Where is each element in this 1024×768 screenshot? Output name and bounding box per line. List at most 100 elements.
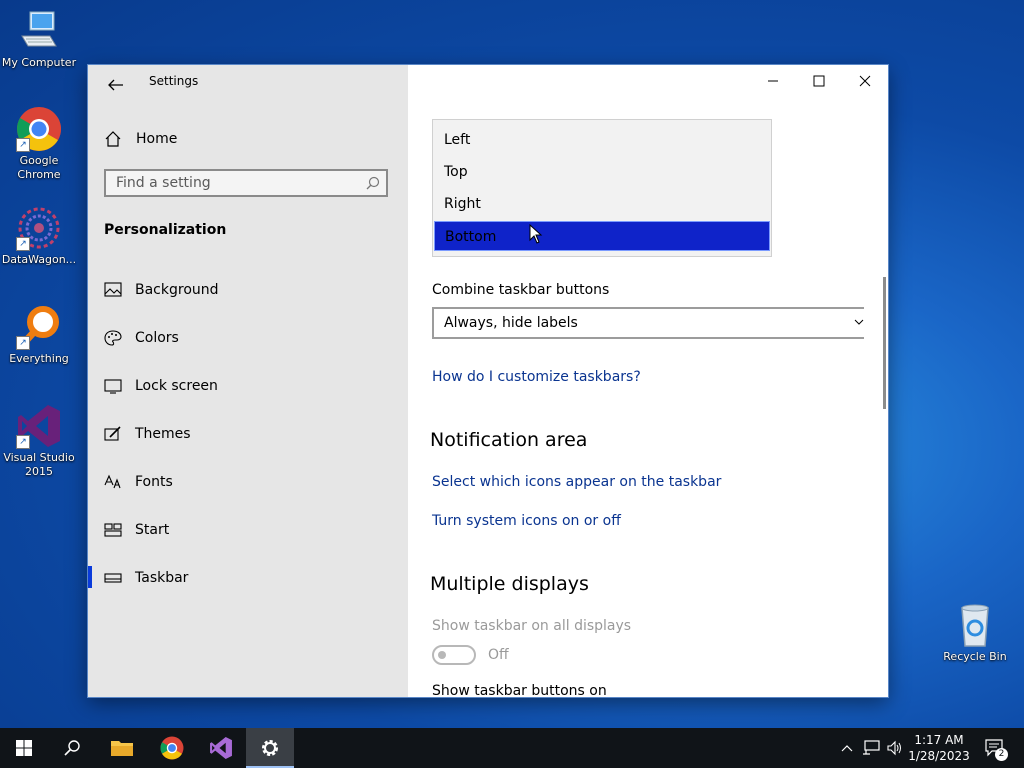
show-all-displays-label: Show taskbar on all displays bbox=[432, 618, 632, 634]
speaker-icon bbox=[887, 740, 901, 756]
desktop-icon-recycle-bin[interactable]: Recycle Bin bbox=[937, 602, 1013, 664]
clock-time: 1:17 AM bbox=[914, 733, 964, 747]
back-arrow-icon bbox=[108, 79, 123, 91]
computer-icon bbox=[16, 8, 62, 54]
dropdown-option-right[interactable]: Right bbox=[434, 189, 770, 219]
search-icon bbox=[64, 740, 80, 756]
visual-studio-icon: ↗ bbox=[16, 403, 62, 449]
sidebar-item-lock-screen[interactable]: Lock screen bbox=[88, 366, 408, 406]
shortcut-arrow-icon: ↗ bbox=[16, 138, 30, 152]
scrollbar-thumb[interactable] bbox=[883, 277, 886, 409]
sidebar-item-label: Background bbox=[135, 282, 219, 298]
taskbar-file-explorer[interactable] bbox=[98, 728, 146, 768]
dropdown-option-bottom[interactable]: Bottom bbox=[434, 221, 770, 251]
volume-button[interactable] bbox=[884, 728, 904, 768]
taskbar-chrome[interactable] bbox=[148, 728, 196, 768]
chrome-icon bbox=[160, 736, 184, 760]
home-nav-item[interactable]: Home bbox=[104, 129, 177, 149]
search-button[interactable] bbox=[48, 728, 96, 768]
font-icon bbox=[104, 474, 121, 489]
folder-icon bbox=[111, 741, 133, 756]
brush-icon bbox=[104, 426, 121, 441]
taskbar-location-dropdown-list[interactable]: Left Top Right Bottom bbox=[432, 119, 772, 257]
windows-logo-icon bbox=[16, 740, 32, 756]
sidebar-item-fonts[interactable]: Fonts bbox=[88, 462, 408, 502]
picture-icon bbox=[104, 282, 122, 297]
section-title: Personalization bbox=[104, 222, 227, 238]
desktop-icon-my-computer[interactable]: My Computer bbox=[1, 8, 77, 70]
sidebar-item-label: Start bbox=[135, 522, 170, 538]
combine-buttons-label: Combine taskbar buttons bbox=[432, 282, 610, 298]
combine-buttons-value: Always, hide labels bbox=[444, 315, 578, 331]
palette-icon bbox=[104, 330, 122, 346]
clock-date: 1/28/2023 bbox=[908, 749, 970, 763]
taskbar-settings[interactable] bbox=[246, 728, 294, 768]
minimize-icon bbox=[768, 80, 778, 82]
gear-icon bbox=[262, 740, 278, 756]
desktop-icon-label: My Computer bbox=[1, 56, 77, 69]
maximize-button[interactable] bbox=[796, 65, 842, 97]
maximize-icon bbox=[813, 75, 825, 87]
chevron-up-icon bbox=[841, 745, 853, 752]
toggle-state-label: Off bbox=[488, 647, 509, 663]
select-icons-link[interactable]: Select which icons appear on the taskbar bbox=[432, 474, 721, 490]
dropdown-option-top[interactable]: Top bbox=[434, 157, 770, 187]
desktop-icon-google-chrome[interactable]: ↗ Google Chrome bbox=[1, 106, 77, 182]
desktop-icon-label: Visual Studio 2015 bbox=[3, 451, 75, 478]
shortcut-arrow-icon: ↗ bbox=[16, 336, 30, 350]
shortcut-arrow-icon: ↗ bbox=[16, 435, 30, 449]
close-button[interactable] bbox=[842, 65, 888, 97]
magnifier-icon: ↗ bbox=[16, 304, 62, 350]
dropdown-option-left[interactable]: Left bbox=[434, 125, 770, 155]
sidebar-item-label: Colors bbox=[135, 330, 179, 346]
sidebar-item-start[interactable]: Start bbox=[88, 510, 408, 550]
minimize-button[interactable] bbox=[750, 65, 796, 97]
desktop-icon-visual-studio[interactable]: ↗ Visual Studio 2015 bbox=[1, 403, 77, 479]
sidebar-item-colors[interactable]: Colors bbox=[88, 318, 408, 358]
chrome-icon: ↗ bbox=[16, 106, 62, 152]
lock-screen-icon bbox=[104, 379, 122, 394]
sidebar-item-themes[interactable]: Themes bbox=[88, 414, 408, 454]
desktop-icon-datawagon[interactable]: ↗ DataWagon... bbox=[1, 205, 77, 267]
sidebar-item-label: Fonts bbox=[135, 474, 173, 490]
sidebar-item-background[interactable]: Background bbox=[88, 270, 408, 310]
desktop-icon-label: DataWagon... bbox=[1, 253, 77, 266]
close-icon bbox=[859, 75, 871, 87]
system-icons-link[interactable]: Turn system icons on or off bbox=[432, 513, 621, 529]
show-hidden-icons-button[interactable] bbox=[838, 728, 856, 768]
datawagon-icon: ↗ bbox=[16, 205, 62, 251]
content-pane: Left Top Right Bottom Combine taskbar bu… bbox=[408, 65, 888, 697]
desktop-icon-everything[interactable]: ↗ Everything bbox=[1, 304, 77, 366]
desktop-icon-label: Recycle Bin bbox=[943, 650, 1007, 663]
customize-taskbars-link[interactable]: How do I customize taskbars? bbox=[432, 369, 641, 385]
sidebar-item-label: Lock screen bbox=[135, 378, 218, 394]
multiple-displays-heading: Multiple displays bbox=[430, 573, 589, 595]
desktop-icon-label: Everything bbox=[9, 352, 69, 365]
network-icon bbox=[863, 740, 880, 755]
search-input[interactable]: Find a setting bbox=[104, 169, 388, 197]
network-button[interactable] bbox=[860, 728, 882, 768]
recycle-bin-icon bbox=[952, 602, 998, 648]
sidebar-item-label: Themes bbox=[135, 426, 191, 442]
shortcut-arrow-icon: ↗ bbox=[16, 237, 30, 251]
back-button[interactable] bbox=[104, 73, 128, 97]
clock[interactable]: 1:17 AM 1/28/2023 bbox=[908, 732, 970, 764]
show-buttons-on-label: Show taskbar buttons on bbox=[432, 683, 607, 697]
action-center-button[interactable]: 2 bbox=[980, 728, 1010, 768]
window-title: Settings bbox=[149, 74, 199, 88]
home-label: Home bbox=[136, 131, 178, 147]
toggle-knob bbox=[438, 651, 446, 659]
chevron-down-icon bbox=[854, 319, 864, 325]
notification-area-heading: Notification area bbox=[430, 429, 588, 451]
start-button[interactable] bbox=[0, 728, 48, 768]
home-icon bbox=[105, 131, 121, 147]
show-all-displays-toggle[interactable] bbox=[432, 645, 476, 665]
combine-buttons-select[interactable]: Always, hide labels bbox=[432, 307, 864, 339]
sidebar-item-taskbar[interactable]: Taskbar bbox=[88, 558, 408, 598]
notification-count-badge: 2 bbox=[995, 748, 1008, 761]
start-icon bbox=[104, 523, 122, 537]
search-placeholder: Find a setting bbox=[116, 175, 211, 191]
sidebar: Settings Home Find a setting Personaliza… bbox=[88, 65, 408, 697]
desktop-icon-label: Google Chrome bbox=[17, 154, 61, 181]
taskbar-visual-studio[interactable] bbox=[197, 728, 245, 768]
